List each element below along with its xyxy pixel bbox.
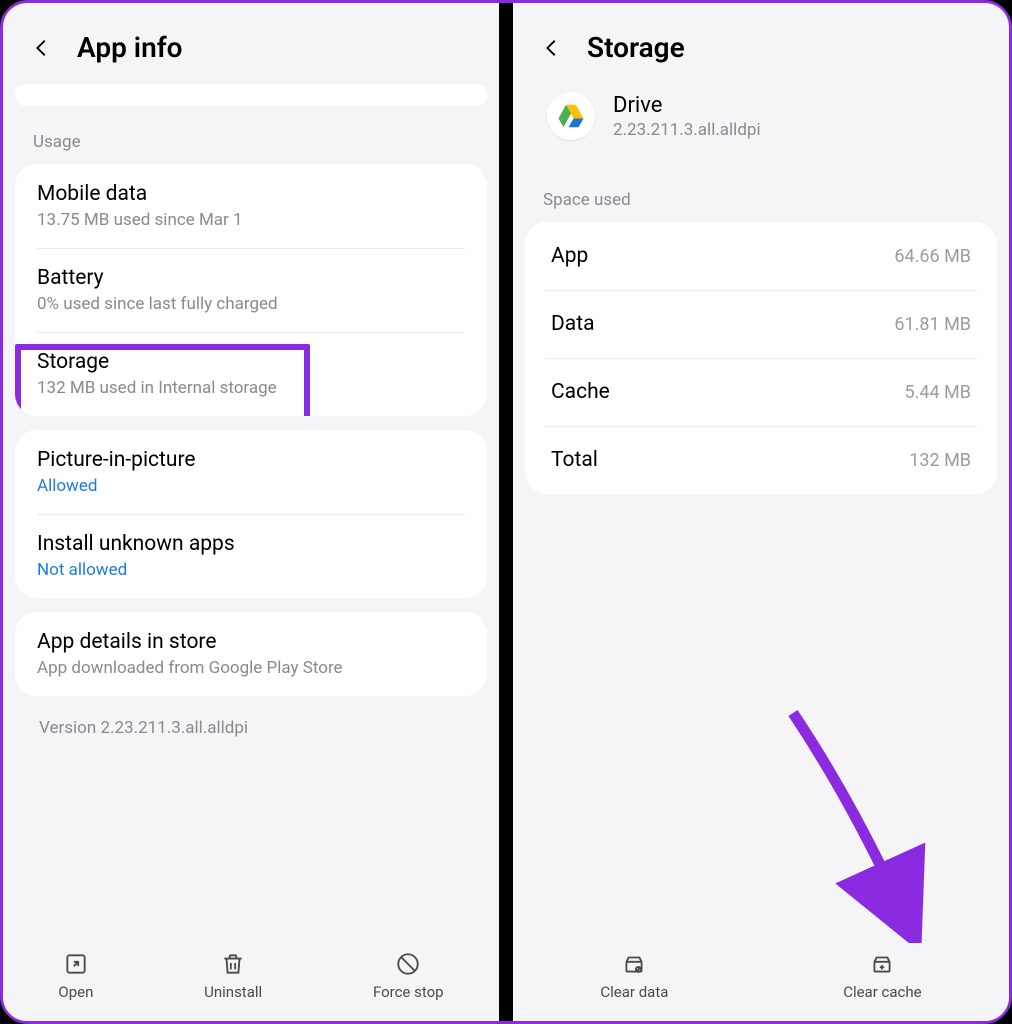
usage-card: Mobile data 13.75 MB used since Mar 1 Ba… bbox=[15, 164, 487, 416]
item-title: App details in store bbox=[37, 630, 465, 654]
row-app: App 64.66 MB bbox=[525, 222, 997, 290]
app-info-text: Drive 2.23.211.3.all.alldpi bbox=[613, 93, 761, 140]
button-label: Open bbox=[58, 983, 93, 1001]
pip-item[interactable]: Picture-in-picture Allowed bbox=[15, 430, 487, 514]
clear-cache-button[interactable]: Clear cache bbox=[825, 947, 939, 1005]
back-icon[interactable] bbox=[31, 37, 53, 59]
button-label: Clear cache bbox=[843, 983, 921, 1001]
force-stop-button[interactable]: Force stop bbox=[355, 947, 462, 1005]
store-card: App details in store App downloaded from… bbox=[15, 612, 487, 696]
back-icon[interactable] bbox=[541, 37, 563, 59]
item-sub: App downloaded from Google Play Store bbox=[37, 658, 465, 678]
clear-data-icon bbox=[621, 951, 647, 977]
permissions-card: Picture-in-picture Allowed Install unkno… bbox=[15, 430, 487, 598]
header: Storage bbox=[513, 3, 1009, 84]
bottom-bar: Open Uninstall Force stop bbox=[3, 939, 499, 1021]
row-label: App bbox=[551, 244, 588, 268]
row-total: Total 132 MB bbox=[525, 426, 997, 494]
item-title: Battery bbox=[37, 266, 465, 290]
page-title: App info bbox=[77, 31, 183, 64]
row-value: 61.81 MB bbox=[894, 314, 971, 335]
item-sub: Allowed bbox=[37, 476, 465, 496]
button-label: Uninstall bbox=[204, 983, 262, 1001]
row-value: 132 MB bbox=[909, 450, 971, 471]
button-label: Force stop bbox=[373, 983, 444, 1001]
row-label: Data bbox=[551, 312, 595, 336]
item-title: Mobile data bbox=[37, 182, 465, 206]
row-label: Total bbox=[551, 448, 598, 472]
storage-item[interactable]: Storage 132 MB used in Internal storage bbox=[15, 332, 487, 416]
content: Drive 2.23.211.3.all.alldpi Space used A… bbox=[513, 84, 1009, 939]
unknown-apps-item[interactable]: Install unknown apps Not allowed bbox=[15, 514, 487, 598]
trash-icon bbox=[220, 951, 246, 977]
item-sub: Not allowed bbox=[37, 560, 465, 580]
item-sub: 13.75 MB used since Mar 1 bbox=[37, 210, 465, 230]
item-title: Storage bbox=[37, 350, 465, 374]
header: App info bbox=[3, 3, 499, 84]
uninstall-button[interactable]: Uninstall bbox=[186, 947, 280, 1005]
app-header: Drive 2.23.211.3.all.alldpi bbox=[525, 84, 997, 162]
battery-item[interactable]: Battery 0% used since last fully charged bbox=[15, 248, 487, 332]
mobile-data-item[interactable]: Mobile data 13.75 MB used since Mar 1 bbox=[15, 164, 487, 248]
app-details-item[interactable]: App details in store App downloaded from… bbox=[15, 612, 487, 696]
app-version: 2.23.211.3.all.alldpi bbox=[613, 120, 761, 140]
version-text: Version 2.23.211.3.all.alldpi bbox=[15, 696, 487, 760]
row-value: 64.66 MB bbox=[894, 246, 971, 267]
clear-data-button[interactable]: Clear data bbox=[582, 947, 686, 1005]
item-sub: 0% used since last fully charged bbox=[37, 294, 465, 314]
drive-app-icon bbox=[547, 92, 595, 140]
item-sub: 132 MB used in Internal storage bbox=[37, 378, 465, 398]
storage-screen: Storage Drive 2.23.211.3.all.alldpi Spac… bbox=[513, 3, 1009, 1021]
item-title: Install unknown apps bbox=[37, 532, 465, 556]
row-value: 5.44 MB bbox=[905, 382, 972, 403]
bottom-bar: Clear data Clear cache bbox=[513, 939, 1009, 1021]
item-title: Picture-in-picture bbox=[37, 448, 465, 472]
space-card: App 64.66 MB Data 61.81 MB Cache 5.44 MB… bbox=[525, 222, 997, 494]
section-label-space: Space used bbox=[525, 162, 997, 222]
row-data: Data 61.81 MB bbox=[525, 290, 997, 358]
card-stub bbox=[15, 84, 487, 106]
page-title: Storage bbox=[587, 31, 685, 64]
row-label: Cache bbox=[551, 380, 610, 404]
row-cache: Cache 5.44 MB bbox=[525, 358, 997, 426]
clear-cache-icon bbox=[869, 951, 895, 977]
stop-icon bbox=[395, 951, 421, 977]
app-info-screen: App info Usage Mobile data 13.75 MB used… bbox=[3, 3, 499, 1021]
open-button[interactable]: Open bbox=[40, 947, 111, 1005]
section-label-usage: Usage bbox=[15, 124, 487, 164]
button-label: Clear data bbox=[600, 983, 668, 1001]
content: Usage Mobile data 13.75 MB used since Ma… bbox=[3, 84, 499, 939]
open-icon bbox=[63, 951, 89, 977]
app-name: Drive bbox=[613, 93, 761, 118]
